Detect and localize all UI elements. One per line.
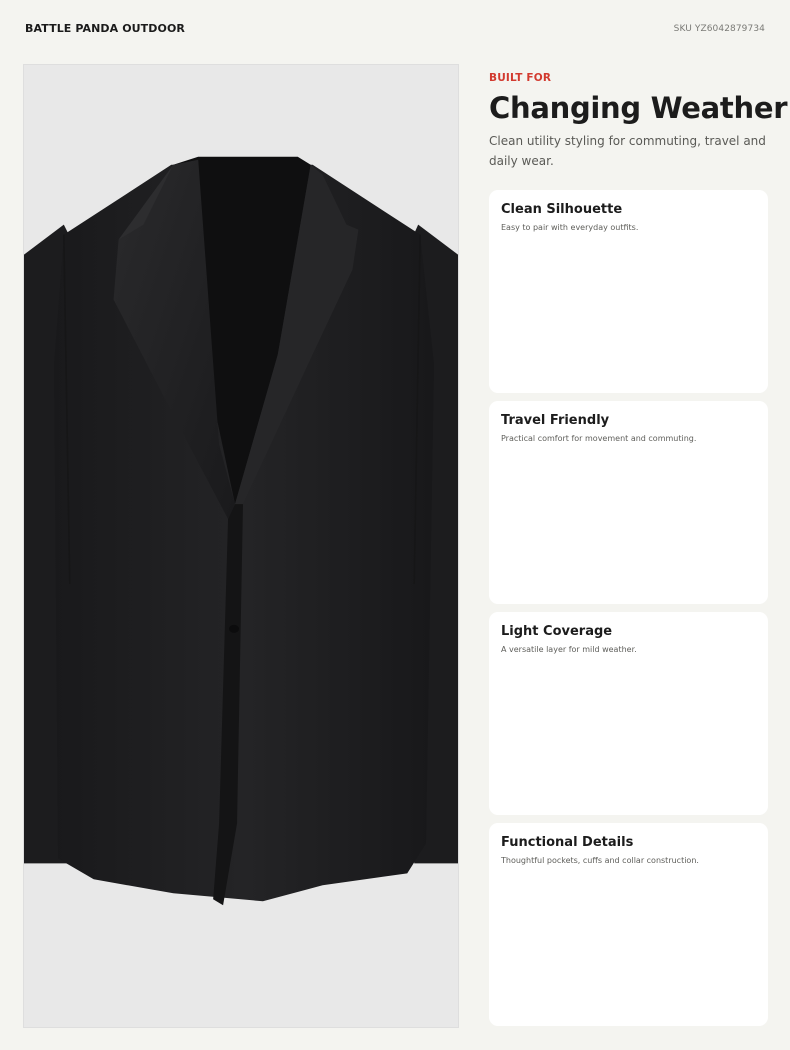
product-image <box>23 64 459 1028</box>
blazer-illustration <box>24 156 458 906</box>
feature-description: Practical comfort for movement and commu… <box>501 434 697 443</box>
feature-card-light-coverage: Light Coverage A versatile layer for mil… <box>489 612 768 815</box>
feature-description: Easy to pair with everyday outfits. <box>501 223 639 232</box>
intro-block: BUILT FOR Changing Weather Clean utility… <box>489 71 788 171</box>
product-page: BATTLE PANDA OUTDOOR SKU YZ6042879734 BU… <box>0 0 790 1050</box>
feature-title: Functional Details <box>501 835 634 850</box>
feature-card-travel-friendly: Travel Friendly Practical comfort for mo… <box>489 401 768 604</box>
feature-title: Travel Friendly <box>501 413 610 428</box>
eyebrow-label: BUILT FOR <box>489 72 552 84</box>
feature-description: Thoughtful pockets, cuffs and collar con… <box>501 856 699 865</box>
page-title: Changing Weather <box>489 91 788 125</box>
brand-name: BATTLE PANDA OUTDOOR <box>25 22 185 35</box>
feature-description: A versatile layer for mild weather. <box>501 645 637 654</box>
page-subtitle: Clean utility styling for commuting, tra… <box>489 134 766 168</box>
sku-label: SKU YZ6042879734 <box>673 24 765 34</box>
feature-card-clean-silhouette: Clean Silhouette Easy to pair with every… <box>489 190 768 393</box>
feature-card-functional-details: Functional Details Thoughtful pockets, c… <box>489 823 768 1026</box>
feature-title: Clean Silhouette <box>501 202 623 217</box>
feature-title: Light Coverage <box>501 624 613 639</box>
